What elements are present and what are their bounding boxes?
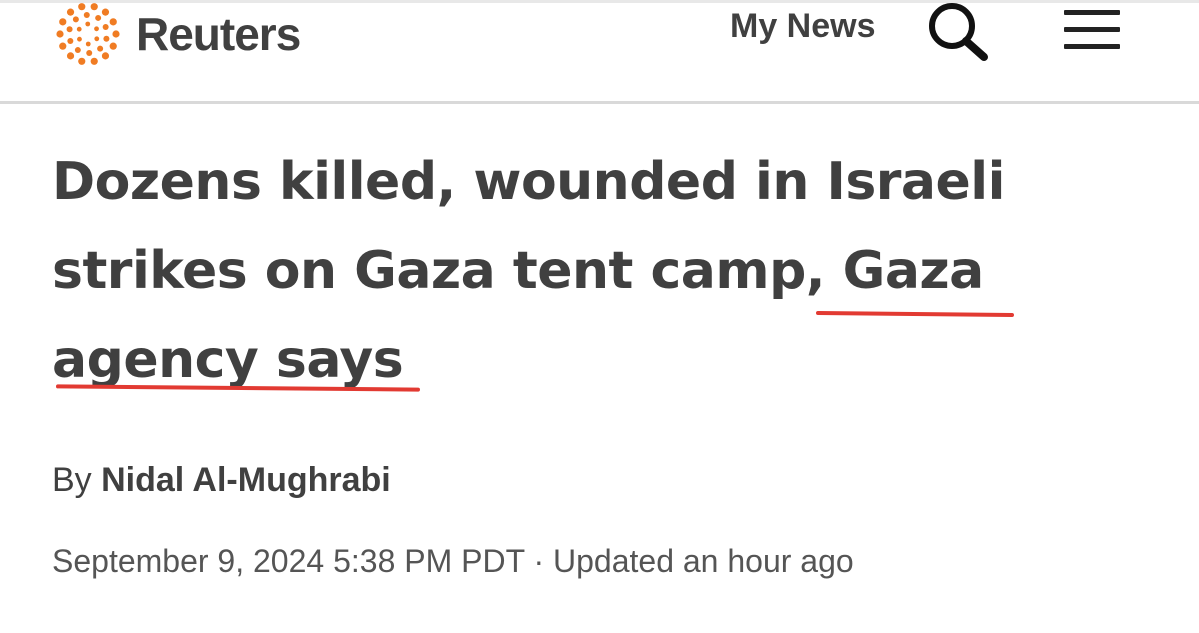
site-header: Reuters My News [0,0,1199,104]
logo-wordmark: Reuters [136,8,301,60]
logo-dot [59,18,67,26]
logo-dot [109,42,117,50]
logo-dot [85,21,91,27]
logo-dot [90,57,98,65]
logo-dot [101,8,110,16]
logo-dot [86,49,93,56]
logo-dot [97,45,104,52]
reuters-logo[interactable]: Reuters [48,2,348,66]
menu-button[interactable] [1062,8,1124,52]
logo-dot [72,16,79,23]
logo-dot [67,38,74,45]
logo-dot [78,57,86,65]
search-button[interactable] [926,2,992,62]
dateline: September 9, 2024 5:38 PM PDT · Updated … [52,541,854,581]
logo-dot [76,26,82,32]
logo-dot [77,36,82,42]
logo-dot [94,26,99,32]
byline-prefix: By [52,461,102,499]
published-date: September 9, 2024 5:38 PM PDT [52,543,525,579]
logo-dot [90,3,98,11]
logo-dot [74,47,81,54]
reuters-logo-icon [56,3,120,65]
logo-dot [66,26,73,33]
search-icon [929,3,988,61]
author-link[interactable]: Nidal Al-Mughrabi [101,461,391,499]
hamburger-menu-icon [1064,10,1120,49]
logo-dot [101,52,110,60]
logo-dot [94,36,100,42]
article-headline: Dozens killed, wounded in Israeli strike… [52,152,1005,390]
logo-dot [103,35,110,42]
updated-time: Updated an hour ago [553,543,854,579]
logo-dot [66,8,75,16]
logo-dot [102,23,109,30]
date-separator: · [524,543,553,579]
my-news-link[interactable]: My News [730,6,876,46]
logo-dot [85,41,91,47]
byline: By Nidal Al-Mughrabi [52,460,391,500]
logo-dot [109,18,117,26]
logo-dot [66,52,75,60]
logo-dot [59,42,67,50]
logo-dot [95,14,102,21]
page: Reuters My News Dozens killed, wounded i… [0,0,1199,633]
logo-dot [56,30,64,38]
logo-dot [83,12,90,19]
logo-dot [112,30,120,38]
logo-dot [78,3,86,11]
